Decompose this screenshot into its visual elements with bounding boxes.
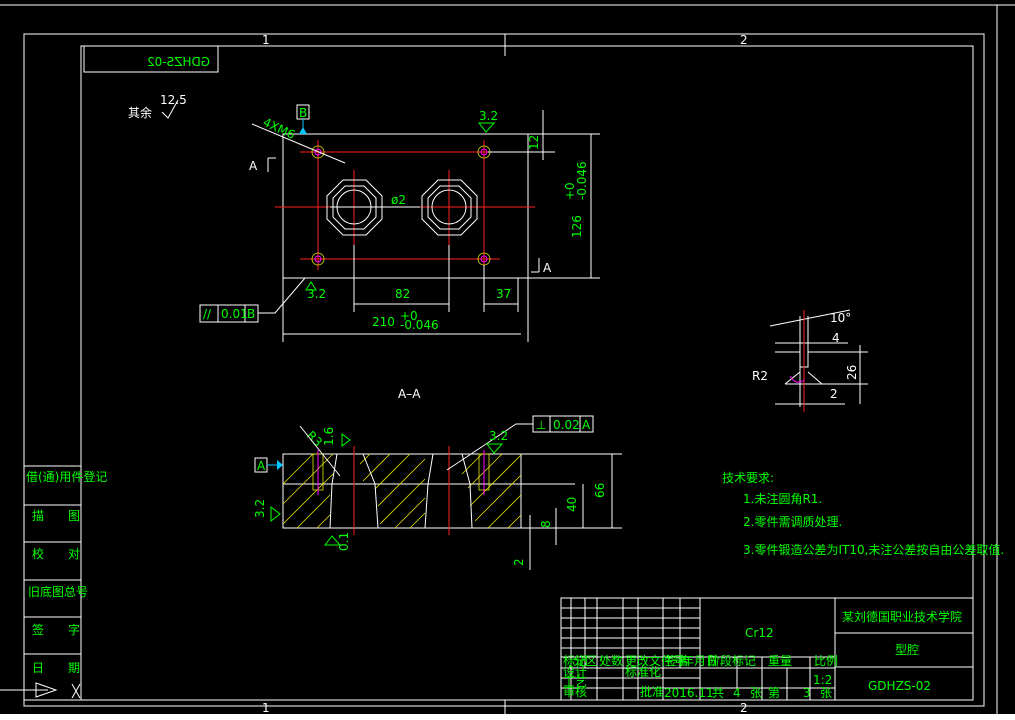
tapped-holes-label: 4XM6 [261, 115, 298, 142]
flatness-value: 0.01 [221, 307, 248, 321]
side-label-2: 描 图 [32, 509, 80, 523]
roughness-sec-symbol [485, 443, 504, 454]
diameter-note: ø2 [391, 193, 406, 207]
section-mark-a-bottom: A [543, 261, 552, 275]
tb-approve: 批准 [640, 684, 664, 699]
dim-40: 40 [565, 497, 579, 512]
roughness-16-symbol [341, 433, 351, 447]
tb-stage: 阶段标记 [708, 653, 756, 668]
ucs-icon[interactable] [0, 682, 81, 699]
tech-1: 1.未注圆角R1. [743, 491, 822, 506]
sheets-a: 4 [733, 686, 741, 700]
tech-2: 2.零件需调质处理. [743, 515, 842, 529]
dim-66: 66 [593, 483, 607, 498]
material: Cr12 [745, 626, 774, 640]
detail-4: 4 [832, 331, 840, 345]
section-label: A–A [398, 387, 421, 401]
tb-process: 工艺 [563, 675, 587, 689]
datum-b: B [299, 106, 307, 120]
cad-drawing-canvas[interactable]: 1 2 1 2 GDHZS-02 其余 12.5 B 4XM6 A A 3.2 … [0, 0, 1015, 720]
command-bar[interactable] [0, 714, 1015, 720]
side-label-6: 日 期 [32, 661, 80, 675]
tb-weight: 重量 [768, 654, 792, 668]
mirrored-code: GDHZS-02 [147, 55, 210, 69]
scale-value: 1:2 [813, 673, 832, 687]
tb-scale-label: 比例 [814, 654, 838, 668]
section-mark-a-top: A [249, 159, 258, 173]
zone-bottom-1: 1 [262, 701, 270, 715]
zone-bottom-2: 2 [740, 701, 748, 715]
dim-210: 210 [372, 315, 395, 329]
side-label-3: 校 对 [32, 546, 80, 561]
dim-2b: 2 [512, 558, 526, 566]
tech-3: 3.零件锻造公差为IT10,未注公差按自由公差取值. [743, 542, 1004, 557]
roughness-top-value: 3.2 [479, 109, 498, 123]
dim-82: 82 [395, 287, 410, 301]
dim-37: 37 [496, 287, 511, 301]
tech-title: 技术要求: [722, 471, 774, 485]
sheet-unit-2: 张 [820, 686, 832, 700]
roughness-16: 1.6 [322, 427, 336, 446]
side-label-1: 借(通)用件登记 [26, 469, 107, 484]
remaining-label: 其余 [128, 105, 152, 120]
flatness-symbol: // [203, 307, 212, 321]
section-hatch [282, 453, 522, 529]
side-label-4: 旧底图总号 [28, 584, 88, 599]
roughness-side-value: 3.2 [253, 499, 267, 518]
dim-8: 8 [539, 520, 553, 528]
roughness-01: 0.1 [337, 532, 351, 551]
section-arrow-top [267, 157, 276, 172]
datum-a-triangle[interactable] [277, 460, 283, 470]
tb-count: 处数 [599, 653, 623, 668]
roughness-lb-value: 3.2 [307, 287, 326, 301]
perp-symbol: ⊥ [536, 418, 546, 432]
part-name: 型腔 [895, 642, 919, 657]
outer-border [23, 33, 985, 707]
sheet-index-label: 第 [768, 686, 780, 700]
tapped-holes-leader [251, 123, 346, 164]
roughness-sec-value: 3.2 [489, 429, 508, 443]
flatness-datum: B [247, 307, 255, 321]
flatness-leader [258, 277, 306, 314]
dim-210-tol-low: -0.046 [400, 318, 439, 332]
remaining-roughness: 12.5 [160, 93, 187, 107]
perp-datum: A [582, 418, 591, 432]
zone-top-2: 2 [740, 33, 748, 47]
tb-date: 2016.11 [664, 686, 714, 700]
detail-2: 2 [830, 387, 838, 401]
dim-126: 126 [570, 215, 584, 238]
detail-26: 26 [845, 365, 859, 380]
tb-standard: 标准化 [625, 665, 661, 679]
detail-r2: R2 [752, 369, 768, 383]
roughness-side-symbol [270, 505, 281, 523]
detail-r2-arc [789, 375, 805, 383]
perp-value: 0.02 [553, 418, 580, 432]
sheet-total-label: 共 [712, 686, 724, 700]
drawing-no: GDHZS-02 [868, 679, 931, 693]
side-label-5: 签 字 [32, 622, 80, 637]
zone-top-1: 1 [262, 33, 270, 47]
datum-a: A [257, 459, 266, 473]
roughness-top-symbol [477, 122, 496, 133]
sheet-unit-1: 张 [750, 686, 762, 700]
section-arrow-bottom [531, 258, 540, 273]
datum-b-triangle[interactable] [299, 127, 307, 134]
dim-126-tol-low: -0.046 [575, 161, 589, 200]
detail-angle: 10° [830, 311, 851, 325]
sheets-b: 3 [803, 686, 811, 700]
dim-12: 12 [527, 135, 541, 150]
school: 某刘德国职业技术学院 [842, 609, 962, 624]
